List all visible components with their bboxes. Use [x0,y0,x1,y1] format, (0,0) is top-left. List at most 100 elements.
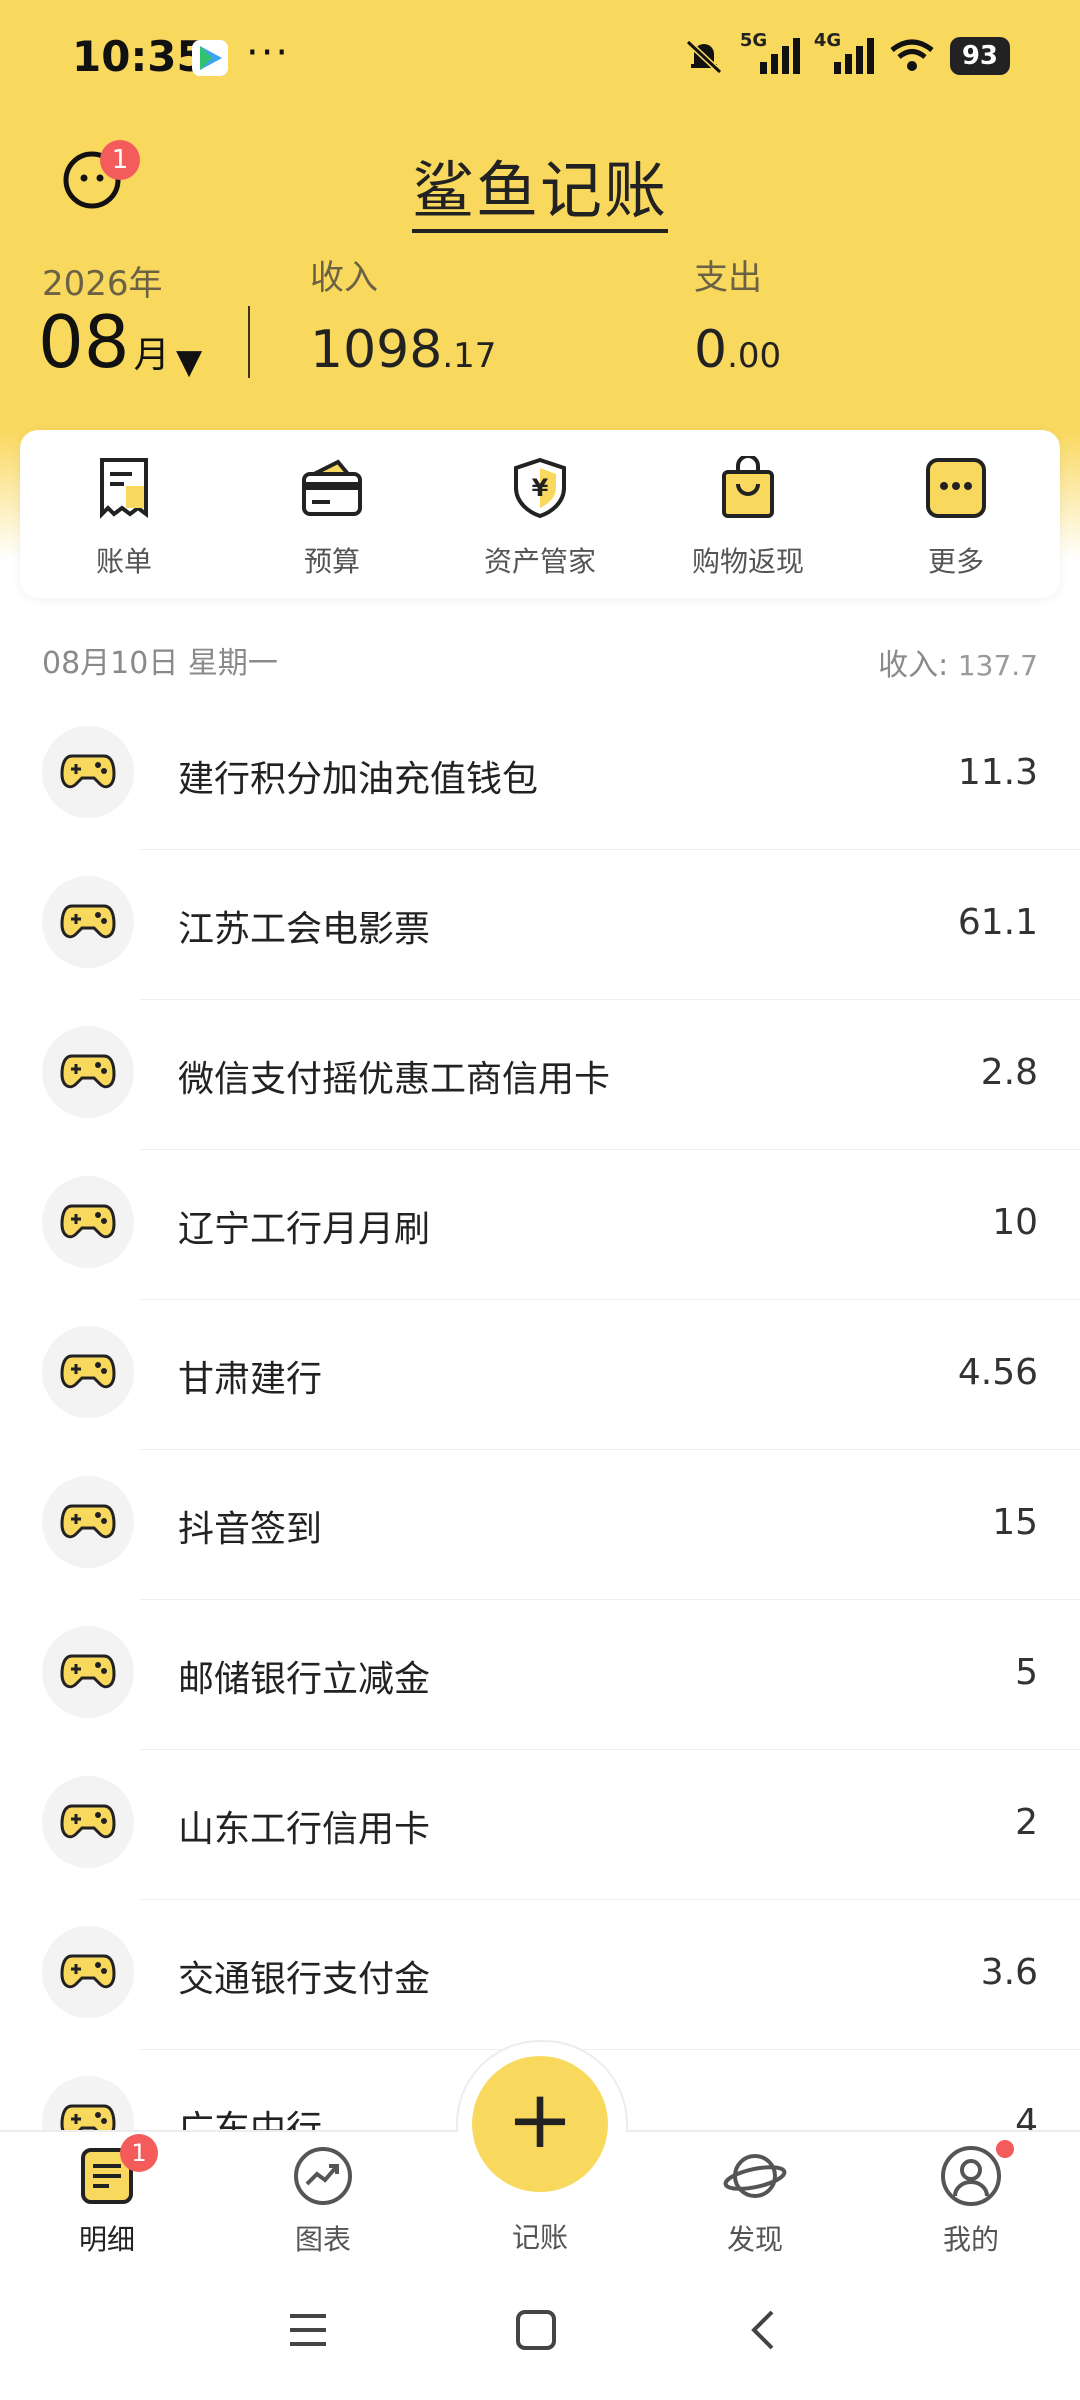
income-int: 1098 [310,320,443,380]
nav-discover[interactable]: 发现 [680,2132,830,2282]
category-icon [42,726,134,818]
gamepad-icon [60,1504,116,1539]
record-row[interactable]: 辽宁工行月月刷 10 [0,1150,1080,1300]
nav-details[interactable]: 1 明细 [32,2132,182,2282]
system-nav-bar [0,2280,1080,2400]
signal-5g-icon: 5G [740,30,800,78]
record-row[interactable]: 甘肃建行 4.56 [0,1300,1080,1450]
record-row[interactable]: 抖音签到 15 [0,1450,1080,1600]
dropdown-arrow-icon[interactable]: ▼ [176,342,202,382]
quick-label-bill: 账单 [95,545,152,578]
record-name: 江苏工会电影票 [178,909,431,950]
record-row[interactable]: 邮储银行立减金 5 [0,1600,1080,1750]
record-row[interactable]: 交通银行支付金 3.6 [0,1900,1080,2050]
quick-label-budget: 预算 [303,545,360,578]
wifi-icon [890,39,934,71]
status-time: 10:35 [72,32,206,81]
record-row[interactable]: 建行积分加油充值钱包 11.3 [0,700,1080,850]
record-amount: 11.3 [957,752,1038,793]
quick-item-more[interactable]: 更多 [852,430,1060,598]
record-name: 甘肃建行 [178,1359,323,1400]
nav-details-badge: 1 [120,2134,158,2172]
record-name: 邮储银行立减金 [178,1659,431,1700]
add-record-button[interactable]: + [472,2056,608,2192]
record-amount: 4.56 [957,1352,1038,1393]
wallet-icon [302,459,362,516]
quick-item-budget[interactable]: 预算 [228,430,436,598]
battery-indicator: 93 [949,37,1010,75]
mute-bell-icon [685,39,722,75]
expense-label: 支出 [694,258,762,298]
home-icon[interactable] [514,2308,558,2356]
year-label: 2026年 [42,264,163,304]
nav-details-label: 明细 [78,2223,135,2256]
quick-menu: 账单 预算 ¥ 资产管家 购物返现 更多 [20,430,1060,598]
category-icon [42,876,134,968]
category-icon [42,1326,134,1418]
gamepad-icon [60,904,116,939]
record-amount: 2 [1015,1802,1038,1843]
svg-text:¥: ¥ [532,474,549,502]
status-icons: 5G 4G 93 [682,30,1010,78]
record-name: 抖音签到 [178,1509,323,1550]
gamepad-icon [60,754,116,789]
record-name: 交通银行支付金 [178,1959,431,2000]
more-icon [926,458,986,518]
record-amount: 2.8 [980,1052,1038,1093]
quick-item-cashback[interactable]: 购物返现 [644,430,852,598]
day-date: 08月10日 星期一 [42,646,278,681]
record-name: 辽宁工行月月刷 [178,1209,431,1250]
record-row[interactable]: 山东工行信用卡 2 [0,1750,1080,1900]
day-income: 收入: 137.7 [878,640,1038,684]
quick-label-cashback: 购物返现 [691,545,804,578]
more-notifications-icon: ··· [246,30,291,76]
expense-total: 0.00 [694,320,781,380]
record-amount: 15 [992,1502,1038,1543]
gamepad-icon [60,1054,116,1089]
record-amount: 10 [992,1202,1038,1243]
planet-icon [723,2154,787,2198]
shopping-bag-icon [722,456,774,518]
shield-yen-icon: ¥ [514,457,566,519]
gamepad-icon [60,1954,116,1989]
category-icon [42,1626,134,1718]
expense-dec: .00 [727,336,782,376]
record-amount: 61.1 [957,902,1038,943]
record-name: 微信支付摇优惠工商信用卡 [178,1059,611,1100]
month-unit: 月 [133,335,170,376]
category-icon [42,1176,134,1268]
income-label: 收入 [310,258,378,298]
menu-icon[interactable] [286,2308,330,2356]
quick-label-assets: 资产管家 [483,545,596,578]
record-list: 建行积分加油充值钱包 11.3 江苏工会电影票 61.1 微信支付摇优惠工商信用卡 2.8… [0,700,1080,2200]
month-selector[interactable]: 08 月 [38,300,170,384]
app-title: 鲨鱼记账 [0,140,1080,233]
gamepad-icon [60,1804,116,1839]
category-icon [42,1476,134,1568]
play-store-icon [192,40,228,76]
income-dec: .17 [442,336,497,376]
day-header: 08月10日 星期一 收入: 137.7 [0,630,1080,690]
quick-item-assets[interactable]: ¥ 资产管家 [436,430,644,598]
category-icon [42,1776,134,1868]
nav-charts-label: 图表 [294,2223,351,2256]
nav-mine[interactable]: 我的 [896,2132,1046,2282]
income-total: 1098.17 [310,320,496,380]
record-amount: 3.6 [980,1952,1038,1993]
summary-divider [248,306,250,378]
nav-mine-label: 我的 [942,2223,999,2256]
back-icon[interactable] [742,2308,786,2356]
record-row[interactable]: 江苏工会电影票 61.1 [0,850,1080,1000]
day-income-label: 收入: [878,648,949,683]
signal-4g-icon: 4G [814,30,874,78]
category-icon [42,1926,134,2018]
record-amount: 5 [1015,1652,1038,1693]
record-name: 建行积分加油充值钱包 [178,759,539,800]
nav-charts[interactable]: 图表 [248,2132,398,2282]
record-name: 山东工行信用卡 [178,1809,431,1850]
quick-item-bill[interactable]: 账单 [20,430,228,598]
nav-mine-dot [996,2140,1014,2158]
nav-discover-label: 发现 [726,2223,783,2256]
record-row[interactable]: 微信支付摇优惠工商信用卡 2.8 [0,1000,1080,1150]
gamepad-icon [60,1204,116,1239]
